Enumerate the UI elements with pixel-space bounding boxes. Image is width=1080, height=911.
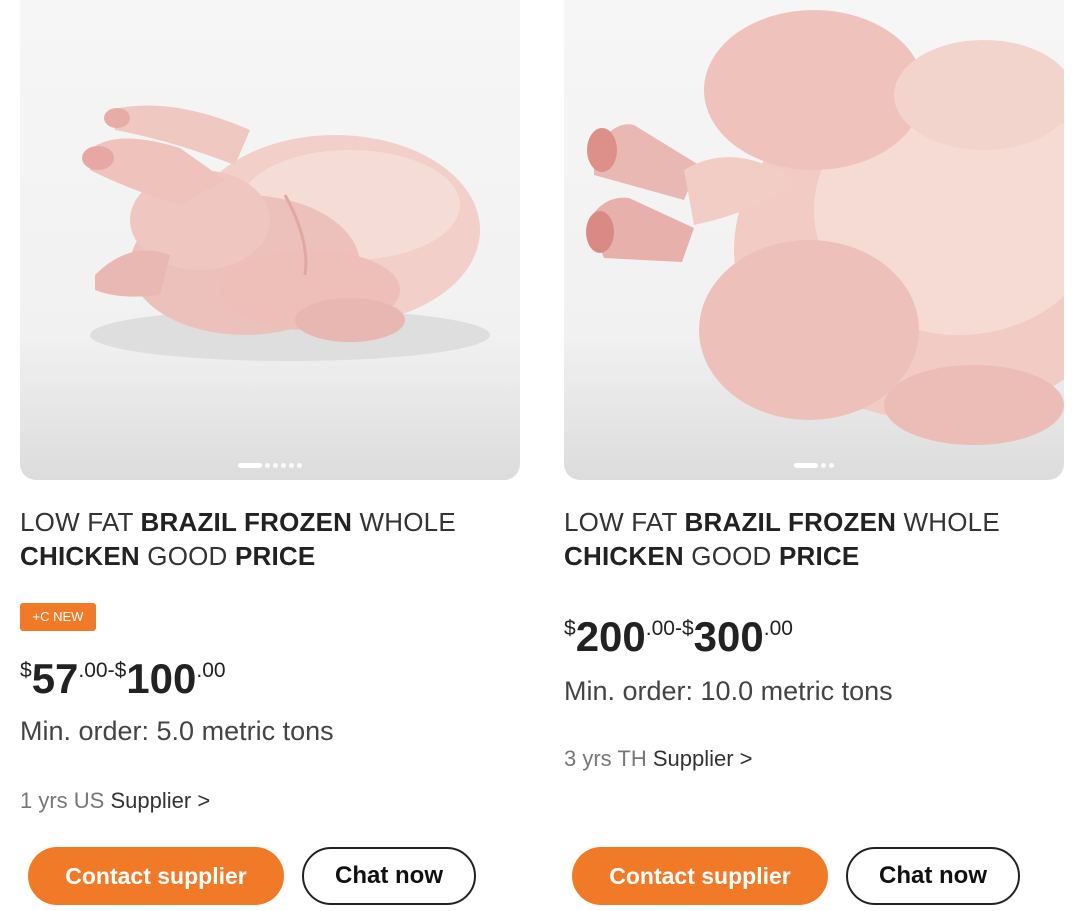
title-part-bold: PRICE <box>234 541 316 571</box>
price-min-decimal: .00 <box>645 617 675 640</box>
chat-now-button[interactable]: Chat now <box>846 847 1020 905</box>
price-max-integer: 300 <box>693 613 764 660</box>
image-pagination-dots[interactable] <box>564 463 1064 468</box>
title-part: GOOD <box>139 541 235 571</box>
whole-chicken-photo-icon <box>82 105 490 361</box>
supplier-info[interactable]: 1 yrs US Supplier > <box>20 788 210 814</box>
currency-symbol: $ <box>114 659 127 682</box>
price-max-decimal: .00 <box>196 659 226 682</box>
price-range: $57.00-$100.00 <box>20 655 226 703</box>
pagination-dot[interactable] <box>273 463 278 468</box>
currency-symbol: $ <box>20 659 32 682</box>
image-pagination-dots[interactable] <box>20 463 520 468</box>
price-min-integer: 200 <box>575 613 646 660</box>
title-part: LOW FAT <box>20 507 141 537</box>
supplier-link[interactable]: Supplier > <box>110 788 210 813</box>
product-image[interactable] <box>20 0 520 480</box>
title-part: WHOLE <box>352 507 456 537</box>
currency-symbol: $ <box>564 617 576 640</box>
price-separator: - <box>107 659 115 682</box>
title-part: LOW FAT <box>564 507 685 537</box>
chat-now-button[interactable]: Chat now <box>302 847 476 905</box>
title-part-bold: CHICKEN <box>564 541 684 571</box>
supplier-info[interactable]: 3 yrs TH Supplier > <box>564 746 753 772</box>
product-title[interactable]: LOW FAT BRAZIL FROZEN WHOLE CHICKEN GOOD… <box>564 505 1044 573</box>
title-part: WHOLE <box>896 507 1000 537</box>
price-separator: - <box>674 617 682 640</box>
price-max-decimal: .00 <box>763 617 793 640</box>
product-card[interactable]: LOW FAT BRAZIL FROZEN WHOLE CHICKEN GOOD… <box>564 0 1064 911</box>
price-min-integer: 57 <box>31 655 79 702</box>
min-order: Min. order: 5.0 metric tons <box>20 716 334 746</box>
title-part-bold: PRICE <box>778 541 860 571</box>
contact-supplier-button[interactable]: Contact supplier <box>28 847 284 905</box>
pagination-dot[interactable] <box>289 463 294 468</box>
product-title[interactable]: LOW FAT BRAZIL FROZEN WHOLE CHICKEN GOOD… <box>20 505 500 573</box>
title-part-bold: BRAZIL FROZEN <box>684 507 897 537</box>
price-max-integer: 100 <box>126 655 197 702</box>
supplier-meta: 3 yrs TH <box>564 746 647 771</box>
pagination-dot[interactable] <box>829 463 834 468</box>
currency-symbol: $ <box>681 617 694 640</box>
title-part-bold: CHICKEN <box>20 541 140 571</box>
pagination-dot[interactable] <box>794 463 818 468</box>
contact-supplier-button[interactable]: Contact supplier <box>572 847 828 905</box>
supplier-meta: 1 yrs US <box>20 788 105 813</box>
pagination-dot[interactable] <box>821 463 826 468</box>
whole-chicken-photo-icon <box>586 10 1064 445</box>
min-order: Min. order: 10.0 metric tons <box>564 676 893 706</box>
pagination-dot[interactable] <box>297 463 302 468</box>
price-range: $200.00-$300.00 <box>564 613 793 661</box>
product-image[interactable] <box>564 0 1064 480</box>
pagination-dot[interactable] <box>265 463 270 468</box>
pagination-dot[interactable] <box>238 463 262 468</box>
pagination-dot[interactable] <box>281 463 286 468</box>
title-part-bold: BRAZIL FROZEN <box>140 507 353 537</box>
title-part: GOOD <box>683 541 779 571</box>
new-badge: +C NEW <box>20 603 96 631</box>
supplier-link[interactable]: Supplier > <box>653 746 753 771</box>
price-min-decimal: .00 <box>78 659 108 682</box>
product-card[interactable]: LOW FAT BRAZIL FROZEN WHOLE CHICKEN GOOD… <box>20 0 520 911</box>
